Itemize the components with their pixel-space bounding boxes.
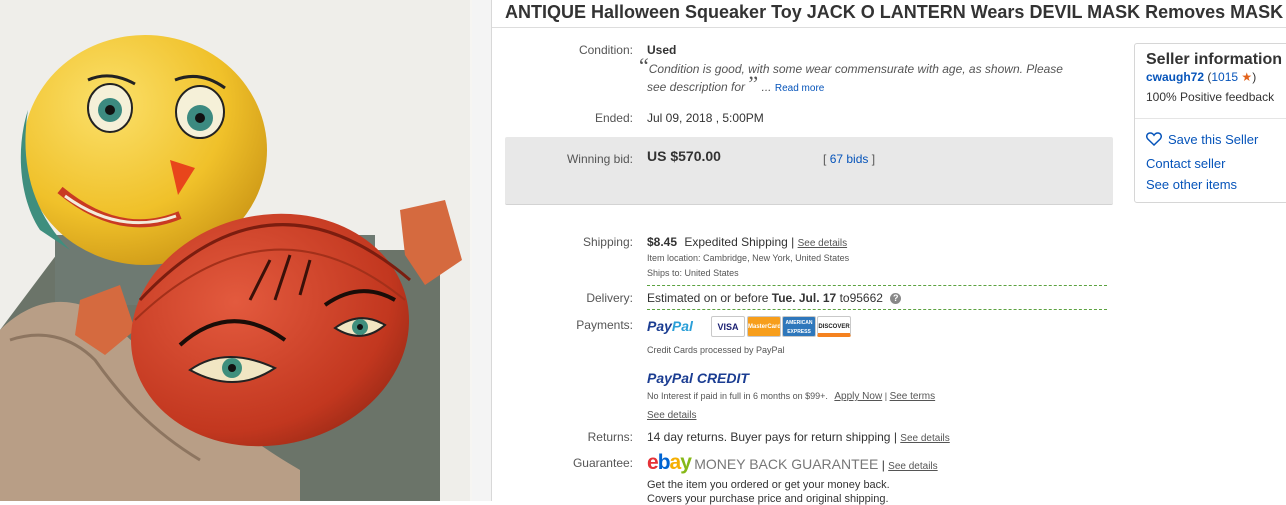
shipping-see-details-link[interactable]: See details [798, 238, 847, 249]
seller-divider [1135, 118, 1286, 119]
read-more-link[interactable]: Read more [775, 83, 824, 94]
delivery-label: Delivery: [586, 291, 633, 305]
paypal-credit-logo-credit: CREDIT [696, 370, 749, 386]
guarantee-line1: Get the item you ordered or get your mon… [647, 479, 890, 491]
ships-to: Ships to: United States [647, 268, 739, 278]
returns-line: 14 day returns. Buyer pays for return sh… [647, 430, 950, 444]
returns-see-details-link[interactable]: See details [900, 433, 949, 444]
payments-see-details-link[interactable]: See details [647, 410, 696, 421]
condition-ellipsis: ... [761, 80, 772, 94]
condition-description-line1: Condition is good, with some wear commen… [648, 62, 1063, 76]
returns-policy: 14 day returns. Buyer pays for return sh… [647, 430, 891, 444]
help-icon[interactable]: ? [890, 293, 902, 305]
payments-see-details: See details [647, 407, 696, 421]
bid-count: [ 67 bids ] [823, 152, 875, 166]
money-back-guarantee: ebay MONEY BACK GUARANTEE | See details [647, 451, 938, 475]
delivery-zip[interactable]: 95662 [850, 291, 883, 305]
heart-icon [1146, 132, 1162, 147]
see-other-items-link[interactable]: See other items [1146, 177, 1237, 192]
delivery-divider-bottom [647, 309, 1107, 310]
contact-seller-link[interactable]: Contact seller [1146, 156, 1225, 171]
ebay-logo-e: e [647, 451, 659, 474]
discover-card-icon: DISCOVER [817, 316, 851, 337]
returns-label: Returns: [587, 430, 633, 444]
delivery-divider-top [647, 285, 1107, 286]
item-location: Item location: Cambridge, New York, Unit… [647, 253, 849, 263]
guarantee-separator: | [881, 458, 885, 472]
payments-label: Payments: [576, 318, 633, 332]
delivery-estimate: Estimated on or before Tue. Jul. 17 to95… [647, 291, 902, 305]
positive-feedback: 100% Positive feedback [1146, 90, 1275, 104]
ebay-logo-a: a [669, 451, 682, 474]
item-location-label: Item location: [647, 253, 701, 263]
photo-divider [472, 0, 492, 501]
feedback-close: ) [1252, 70, 1257, 84]
quote-close-icon: ” [748, 71, 759, 96]
title-divider [492, 27, 1286, 28]
seller-name-row: cwaugh72 (1015 ★) [1146, 70, 1256, 84]
guarantee-see-details-link[interactable]: See details [888, 461, 937, 472]
ebay-logo: ebay [647, 451, 692, 474]
item-location-value: Cambridge, New York, United States [703, 253, 850, 263]
shipping-separator: | [791, 235, 795, 249]
feedback-star-icon: ★ [1241, 70, 1253, 84]
condition-description-cont: see description for ” ... Read more [647, 73, 824, 95]
paypal-credit-note: No Interest if paid in full in 6 months … [647, 391, 935, 402]
money-back-guarantee-text: MONEY BACK GUARANTEE [694, 456, 879, 472]
winning-bid-label: Winning bid: [566, 152, 633, 166]
paypal-credit-terms: No Interest if paid in full in 6 months … [647, 391, 828, 401]
bids-bracket-open: [ [823, 152, 827, 166]
ships-to-label: Ships to: [647, 268, 683, 278]
save-seller-button[interactable]: Save this Seller [1146, 132, 1258, 147]
guarantee-label: Guarantee: [572, 456, 633, 470]
ebay-logo-b: b [657, 451, 671, 474]
seller-name-link[interactable]: cwaugh72 [1146, 70, 1204, 84]
mastercard-icon: MasterCard [747, 316, 781, 337]
ships-to-value: United States [684, 268, 739, 278]
paypal-logo-pal: Pal [671, 318, 693, 334]
bids-bracket-close: ] [871, 152, 876, 166]
paypal-credit-logo-paypal: PayPal [647, 370, 693, 386]
visa-card-icon: VISA [711, 316, 745, 337]
see-terms-link[interactable]: See terms [890, 391, 936, 402]
winning-bid-amount: US $570.00 [647, 148, 721, 164]
seller-info-title: Seller information [1146, 51, 1283, 68]
ended-value: Jul 09, 2018 , 5:00PM [647, 111, 764, 125]
ebay-logo-y: y [680, 451, 692, 474]
condition-description: “Condition is good, with some wear comme… [639, 55, 1063, 77]
guarantee-line2: Covers your purchase price and original … [647, 493, 889, 505]
apply-now-link[interactable]: Apply Now [834, 391, 882, 402]
condition-label: Condition: [578, 43, 633, 57]
listing-title: ANTIQUE Halloween Squeaker Toy JACK O LA… [505, 2, 1284, 22]
product-image[interactable] [0, 0, 472, 501]
cards-note: Credit Cards processed by PayPal [647, 345, 785, 355]
save-seller-label: Save this Seller [1168, 132, 1259, 147]
paypal-credit-logo: PayPal CREDIT [647, 370, 749, 386]
delivery-to: to [839, 291, 850, 305]
delivery-date: Tue. Jul. 17 [771, 291, 837, 305]
amex-card-icon: AMERICAN EXPRESS [782, 316, 816, 337]
paypal-logo: PayPal [647, 318, 693, 334]
winning-bid-panel [505, 137, 1113, 205]
returns-separator: | [893, 430, 897, 444]
shipping-method: Expedited Shipping [684, 235, 788, 249]
shipping-line: $8.45 Expedited Shipping | See details [647, 235, 847, 249]
shipping-label: Shipping: [582, 235, 633, 249]
condition-description-line2: see description for [647, 80, 746, 94]
delivery-prefix: Estimated on or before [647, 291, 769, 305]
shipping-cost: $8.45 [647, 235, 678, 249]
quote-open-icon: “ [639, 53, 649, 78]
paypal-logo-pay: Pay [647, 318, 672, 334]
ended-label: Ended: [594, 111, 633, 125]
condition-value: Used [647, 43, 677, 57]
feedback-count-link[interactable]: 1015 [1211, 70, 1238, 84]
bids-link[interactable]: 67 bids [830, 152, 869, 166]
paypal-credit-separator: | [884, 391, 888, 401]
